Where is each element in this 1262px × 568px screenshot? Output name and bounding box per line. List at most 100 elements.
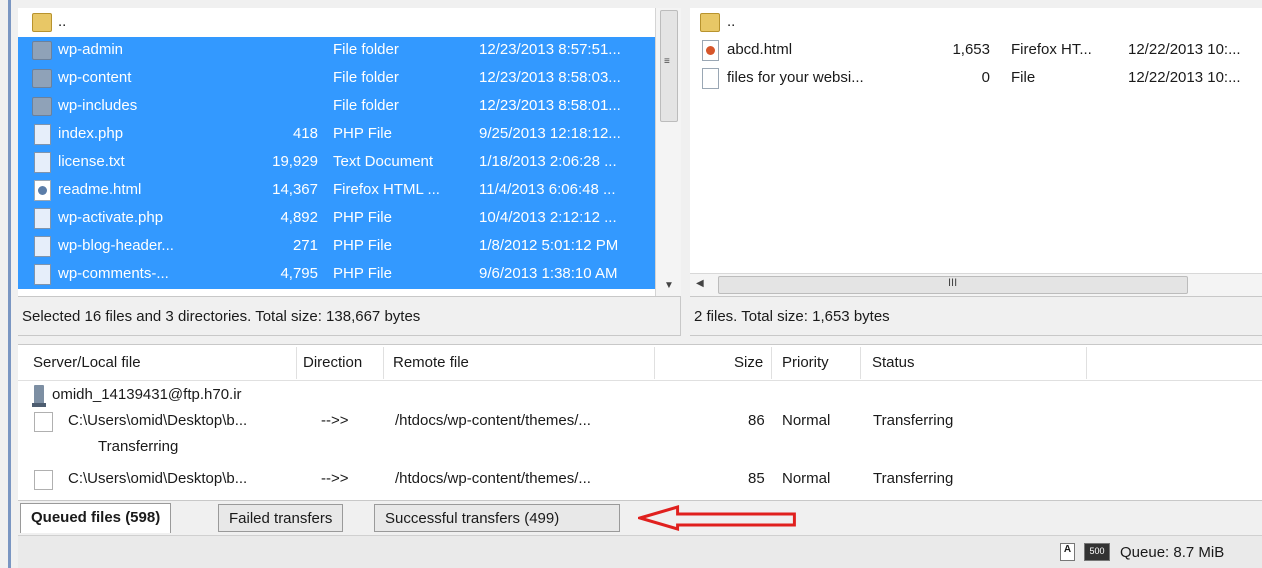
file-row[interactable]: wp-blog-header... 271 PHP File 1/8/2012 5:0… (18, 233, 655, 261)
queue-remote-path: /htdocs/wp-content/themes/... (395, 470, 591, 487)
file-row[interactable]: license.txt 19,929 Text Document 1/18/2013 … (18, 149, 655, 177)
file-row[interactable]: abcd.html 1,653 Firefox HT... 12/22/2013 10… (690, 37, 1262, 65)
file-type: File folder (333, 41, 399, 58)
scroll-down-arrow-icon[interactable]: ▼ (664, 280, 674, 291)
queue-priority: Normal (782, 412, 831, 429)
folder-icon (32, 13, 52, 32)
file-size: 418 (292, 125, 318, 142)
file-icon (34, 236, 51, 257)
file-type: PHP File (333, 237, 392, 254)
file-name: wp-admin (58, 41, 124, 58)
remote-horizontal-scrollbar[interactable]: ◀ III (690, 273, 1262, 296)
queue-item-substatus-row: Transferring (18, 435, 1262, 461)
file-row[interactable]: index.php 418 PHP File 9/25/2013 12:18:12..… (18, 121, 655, 149)
file-type: File (1011, 69, 1036, 86)
speed-limit-icon[interactable]: 500 (1084, 543, 1110, 561)
local-status-text: Selected 16 files and 3 directories. Tot… (18, 296, 681, 336)
queue-local-path: C:\Users\omid\Desktop\b... (68, 470, 248, 487)
file-icon (702, 68, 719, 89)
queue-local-path: C:\Users\omid\Desktop\b... (68, 412, 248, 429)
file-name: abcd.html (727, 41, 793, 58)
header-direction[interactable]: Direction (303, 354, 362, 371)
queue-server-row[interactable]: omidh_14139431@ftp.h70.ir (18, 383, 1262, 409)
file-modified: 12/23/2013 8:58:01... (479, 97, 621, 114)
file-name: wp-blog-header... (58, 237, 174, 254)
queue-status: Transferring (873, 470, 954, 487)
file-row[interactable]: wp-activate.php 4,892 PHP File 10/4/2013 2:… (18, 205, 655, 233)
queue-substatus: Transferring (98, 438, 179, 455)
file-row[interactable]: wp-content File folder 12/23/2013 8:58:03.… (18, 65, 655, 93)
file-name: index.php (58, 125, 124, 142)
scroll-left-arrow-icon[interactable]: ◀ (696, 278, 704, 289)
file-type: Firefox HTML ... (333, 181, 440, 198)
window-status-bar: A 500 Queue: 8.7 MiB (18, 535, 1262, 568)
file-row[interactable]: .. (18, 9, 655, 37)
scroll-grip-icon: III (948, 277, 958, 289)
file-size: 271 (292, 237, 318, 254)
file-row[interactable]: wp-admin File folder 12/23/2013 8:57:51... (18, 37, 655, 65)
tab-successful-transfers[interactable]: Successful transfers (499) (374, 504, 620, 532)
file-icon (34, 124, 51, 145)
file-name: wp-content (58, 69, 132, 86)
header-priority[interactable]: Priority (782, 354, 829, 371)
queue-status: Transferring (873, 412, 954, 429)
file-modified: 12/23/2013 8:58:03... (479, 69, 621, 86)
file-name: license.txt (58, 153, 125, 170)
file-name: wp-activate.php (58, 209, 164, 226)
queue-item-row[interactable]: C:\Users\omid\Desktop\b... -->> /htdocs/… (18, 409, 1262, 435)
file-modified: 11/4/2013 6:06:48 ... (479, 181, 616, 198)
folder-icon (32, 97, 52, 116)
queue-size: 86 (748, 412, 765, 429)
file-size: 1,653 (952, 41, 990, 58)
tab-failed-transfers[interactable]: Failed transfers (218, 504, 344, 532)
file-row[interactable]: wp-comments-... 4,795 PHP File 9/6/2013 1:3… (18, 261, 655, 289)
file-row[interactable]: readme.html 14,367 Firefox HTML ... 11/4/20… (18, 177, 655, 205)
tab-queued-files[interactable]: Queued files (598) (20, 503, 172, 533)
file-row[interactable]: wp-includes File folder 12/23/2013 8:58:01… (18, 93, 655, 121)
file-icon (34, 152, 51, 173)
file-name: files for your websi... (727, 69, 864, 86)
file-modified: 12/23/2013 8:57:51... (479, 41, 621, 58)
file-size: 0 (981, 69, 990, 86)
header-status[interactable]: Status (872, 354, 915, 371)
file-type: PHP File (333, 209, 392, 226)
header-server-local-file[interactable]: Server/Local file (33, 354, 141, 371)
file-modified: 12/22/2013 10:... (1128, 69, 1241, 86)
window-left-edge (8, 0, 11, 568)
queue-direction: -->> (321, 412, 349, 429)
file-checkbox-icon (34, 470, 53, 490)
file-row[interactable]: .. (690, 9, 1262, 37)
folder-icon (700, 13, 720, 32)
file-size: 4,892 (280, 209, 318, 226)
file-name: wp-comments-... (58, 265, 169, 282)
html-icon (702, 40, 719, 61)
file-type: Firefox HT... (1011, 41, 1092, 58)
file-type: PHP File (333, 265, 392, 282)
file-icon (34, 264, 51, 285)
file-modified: 12/22/2013 10:... (1128, 41, 1241, 58)
queue-size-text: Queue: 8.7 MiB (1120, 544, 1225, 561)
file-modified: 1/8/2012 5:01:12 PM (479, 237, 619, 254)
file-size: 19,929 (272, 153, 318, 170)
local-vertical-scrollbar[interactable]: ≡ ▼ (655, 8, 681, 296)
transfer-queue[interactable]: Server/Local file Direction Remote file … (18, 344, 1262, 500)
transfer-mode-icon[interactable]: A (1060, 543, 1075, 561)
header-size[interactable]: Size (734, 354, 763, 371)
local-file-list[interactable]: .. wp-admin File folder 12/23/2013 8:57:51.… (18, 8, 655, 296)
remote-status-text: 2 files. Total size: 1,653 bytes (690, 296, 1262, 336)
file-row[interactable]: files for your websi... 0 File 12/22/2013 1… (690, 65, 1262, 93)
file-size: 4,795 (280, 265, 318, 282)
queue-item-row[interactable]: C:\Users\omid\Desktop\b... -->> /htdocs/… (18, 467, 1262, 493)
file-name: wp-includes (58, 97, 138, 114)
header-remote-file[interactable]: Remote file (393, 354, 469, 371)
file-size: 14,367 (272, 181, 318, 198)
scroll-grip-icon: ≡ (664, 56, 670, 67)
file-type: PHP File (333, 125, 392, 142)
file-modified: 9/25/2013 12:18:12... (479, 125, 621, 142)
queue-priority: Normal (782, 470, 831, 487)
queue-direction: -->> (321, 470, 349, 487)
file-checkbox-icon (34, 412, 53, 432)
remote-file-list[interactable]: .. abcd.html 1,653 Firefox HT... 12/22/2013 … (690, 8, 1262, 273)
queue-size: 85 (748, 470, 765, 487)
file-modified: 9/6/2013 1:38:10 AM (479, 265, 618, 282)
